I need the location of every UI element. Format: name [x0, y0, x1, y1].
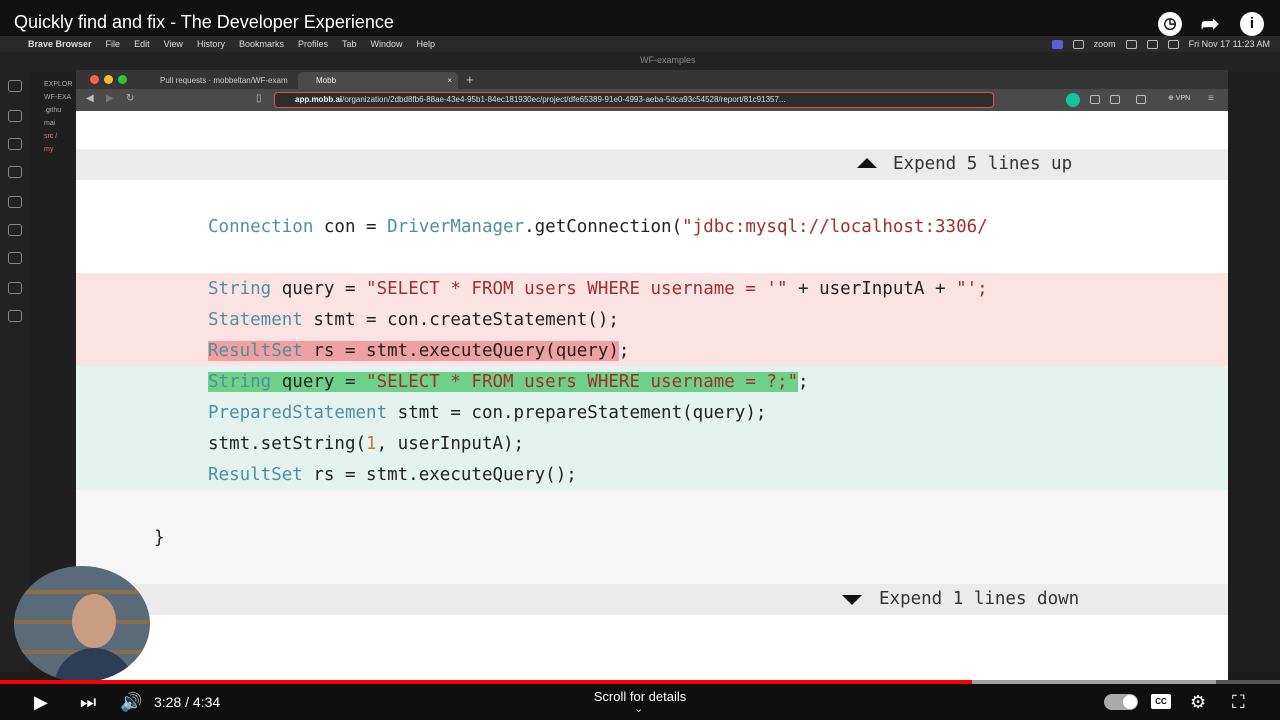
chevron-down-icon: ⌄ [634, 703, 644, 715]
menu-clock: Fri Nov 17 11:23 AM [1188, 39, 1270, 49]
new-tab-button[interactable]: + [466, 72, 474, 87]
explorer-item: .githu [44, 107, 62, 114]
watch-later-icon[interactable]: ◷ [1158, 12, 1182, 36]
vscode-window-title: WF-examples [640, 55, 696, 65]
settings-gear-icon[interactable]: ⚙ [1190, 692, 1206, 713]
context-line-block: Connection con = DriverManager.getConnec… [76, 180, 1228, 273]
triangle-up-icon [857, 158, 877, 168]
autoplay-toggle[interactable] [1104, 694, 1138, 710]
url-path: /organization/2dbd8fb6-88ae-43e4-95b1-84… [342, 95, 786, 104]
search-icon [8, 110, 22, 122]
expand-down-label: Expend 1 lines down [879, 589, 1080, 609]
explorer-item: mai [44, 120, 56, 127]
share-icon[interactable]: ➦ [1198, 12, 1222, 36]
expand-down-bar[interactable]: Expend 1 lines down [76, 584, 1228, 615]
video-title[interactable]: Quickly find and fix - The Developer Exp… [14, 12, 394, 33]
info-icon[interactable]: i [1240, 12, 1264, 36]
presenter-webcam [14, 566, 150, 682]
address-toolbar: ◀ ▶ ↻ ▯ app.mobb.ai/organization/2dbd8fb… [76, 89, 1228, 111]
diff-viewer: Expend 5 lines up Connection con = Drive… [76, 111, 1228, 680]
added-line-3: stmt.setString(1, userInputA); [208, 434, 525, 454]
zoom-label: zoom [1093, 39, 1116, 49]
extensions-icon [8, 196, 22, 208]
source-control-icon [8, 138, 22, 150]
menu-tray: zoom Fri Nov 17 11:23 AM [1051, 36, 1270, 52]
menu-help: Help [416, 39, 436, 49]
screen-share-icon [1051, 39, 1063, 49]
menu-tab: Tab [341, 39, 357, 49]
forward-icon[interactable]: ▶ [106, 93, 114, 104]
added-lines-block: String query = "SELECT * FROM users WHER… [76, 366, 1228, 490]
macos-menu-bar: Brave Browser File Edit View History Boo… [0, 36, 1280, 52]
tab-mobb[interactable]: Mobb × [298, 72, 458, 89]
explorer-item: src / [44, 133, 58, 140]
player-controls: ▶ ⏭ 🔊 3:28 / 4:34 Scroll for details ⌄ C… [0, 684, 1280, 720]
removed-line-3: ResultSet rs = stmt.executeQuery(query); [208, 341, 630, 361]
tab-label: Mobb [316, 76, 337, 85]
added-line-1: String query = "SELECT * FROM users WHER… [208, 372, 809, 392]
prior-context [76, 111, 1228, 149]
explorer-item: my [44, 146, 54, 153]
wifi-icon [1125, 39, 1137, 49]
browser-tab-bar: Pull requests · mobbeltan/WF-exam Mobb ×… [76, 70, 1228, 89]
removed-line-1: String query = "SELECT * FROM users WHER… [208, 279, 988, 299]
close-tab-icon[interactable]: × [447, 72, 452, 89]
zoom-window-button[interactable] [118, 75, 127, 84]
json-icon [8, 282, 22, 294]
video-frame[interactable]: Brave Browser File Edit View History Boo… [0, 0, 1280, 720]
tab-pull-requests[interactable]: Pull requests · mobbeltan/WF-exam [142, 72, 292, 89]
run-debug-icon [8, 166, 22, 178]
vscode-right-panel [1228, 72, 1280, 672]
page-bottom [76, 615, 1228, 680]
back-icon[interactable]: ◀ [86, 93, 94, 104]
removed-lines-block: String query = "SELECT * FROM users WHER… [76, 273, 1228, 366]
code-line-context: Connection con = DriverManager.getConnec… [208, 217, 988, 237]
files-icon [8, 80, 22, 92]
bookmark-icon[interactable]: ▯ [256, 93, 262, 104]
url-host: app.mobb.ai [295, 95, 343, 104]
menu-app-name: Brave Browser [28, 39, 92, 49]
expand-up-bar[interactable]: Expend 5 lines up [76, 149, 1228, 180]
browser-window: Pull requests · mobbeltan/WF-exam Mobb ×… [76, 70, 1228, 680]
vpn-button[interactable]: ⊕ VPN [1168, 94, 1190, 102]
menu-profiles: Profiles [297, 39, 328, 49]
expand-up-label: Expend 5 lines up [893, 154, 1073, 174]
sidebar-icon[interactable] [1110, 95, 1120, 104]
added-line-4: ResultSet rs = stmt.executeQuery(); [208, 465, 577, 485]
close-window-button[interactable] [90, 75, 99, 84]
docker-icon [8, 224, 22, 236]
wallet-icon[interactable] [1136, 95, 1146, 104]
reload-icon[interactable]: ↻ [126, 93, 134, 104]
explorer-header: EXPLOR [44, 81, 73, 88]
explorer-root: WF-EXA [44, 94, 72, 101]
removed-line-2: Statement stmt = con.createStatement(); [208, 310, 619, 330]
added-line-2: PreparedStatement stmt = con.prepareStat… [208, 403, 767, 423]
tab-label: Pull requests · mobbeltan/WF-exam [160, 76, 288, 85]
remote-icon [8, 310, 22, 322]
closing-brace: } [154, 528, 165, 548]
triangle-down-icon [842, 595, 862, 605]
grammarly-icon[interactable] [1066, 93, 1080, 107]
fullscreen-exit-icon[interactable]: ⛶ [1232, 692, 1245, 713]
url-bar[interactable]: app.mobb.ai/organization/2dbd8fb6-88ae-4… [274, 92, 994, 108]
search-icon [1167, 39, 1179, 49]
menu-edit: Edit [134, 39, 150, 49]
minimize-window-button[interactable] [104, 75, 113, 84]
menu-window: Window [370, 39, 403, 49]
vscode-activity-bar [0, 72, 30, 672]
captions-button[interactable]: CC [1151, 694, 1171, 709]
camera-icon [1072, 39, 1084, 49]
trailing-context: } [76, 490, 1228, 584]
menu-file: File [105, 39, 121, 49]
menu-history: History [196, 39, 225, 49]
menu-bookmarks: Bookmarks [238, 39, 284, 49]
battery-icon [1146, 39, 1158, 49]
menu-icon[interactable]: ≡ [1208, 93, 1214, 104]
extension-icon[interactable] [1090, 95, 1100, 104]
triangle-icon [8, 252, 22, 264]
menu-view: View [163, 39, 183, 49]
